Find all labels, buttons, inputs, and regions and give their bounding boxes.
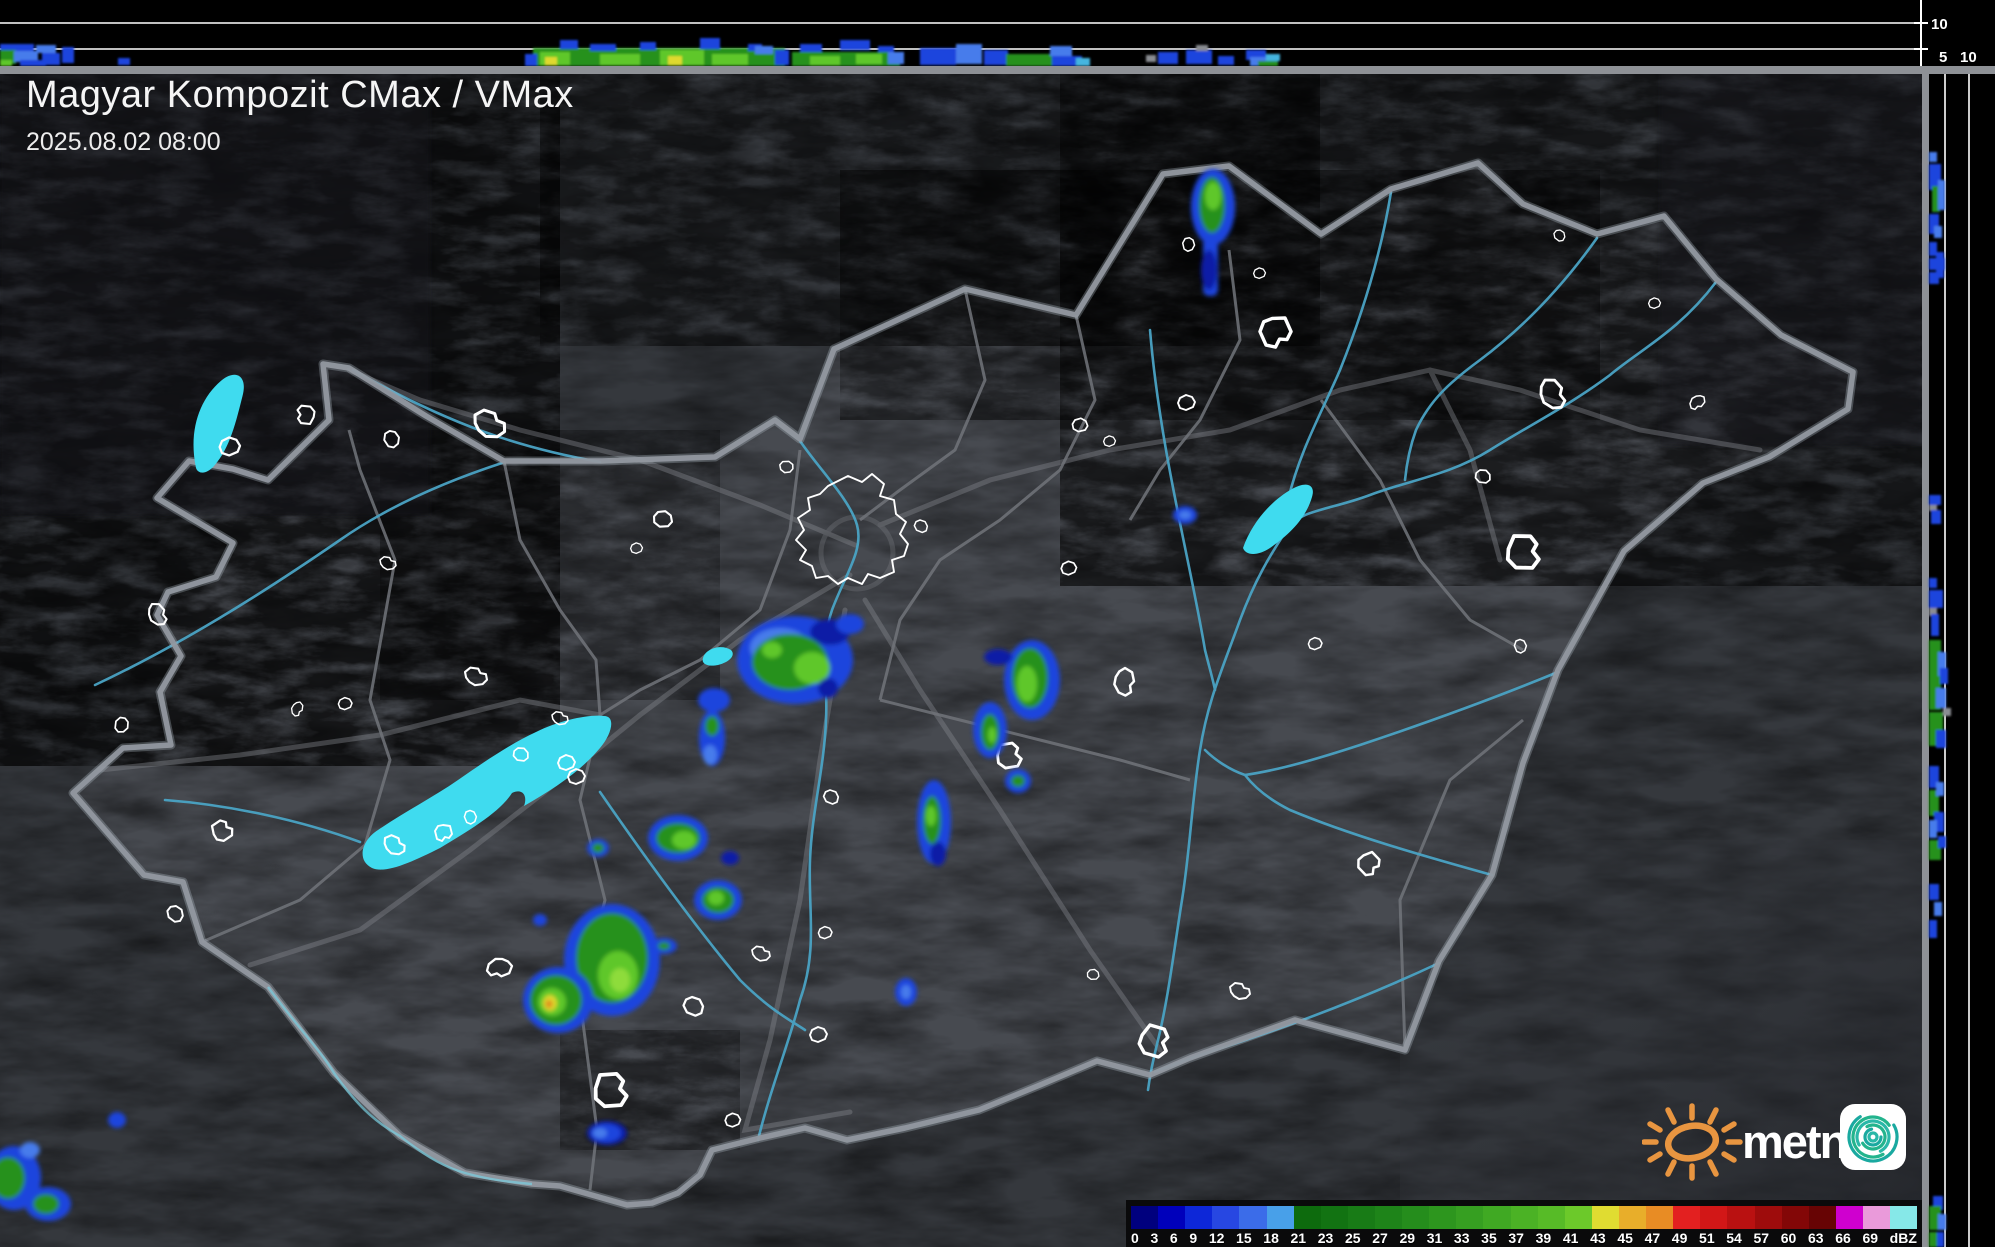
colorbar-cell	[1890, 1206, 1918, 1229]
colorbar-tick-label: 49	[1671, 1230, 1688, 1246]
colorbar-cell	[1320, 1206, 1348, 1229]
colorbar-tick-label: 66	[1835, 1230, 1851, 1246]
colorbar-tick-label: 39	[1535, 1230, 1552, 1246]
colorbar-cell	[1402, 1206, 1430, 1229]
colorbar-cell	[1591, 1206, 1619, 1229]
colorbar-tick-label: 69	[1862, 1230, 1879, 1246]
colorbar-tick-label: 3	[1150, 1230, 1159, 1246]
colorbar-cell	[1347, 1206, 1375, 1229]
colorbar-cell	[1483, 1206, 1511, 1229]
colorbar-cell	[1781, 1206, 1809, 1229]
colorbar-cell	[1510, 1206, 1538, 1229]
colorbar-tick-label: 57	[1753, 1230, 1770, 1246]
colorbar-cell	[1212, 1206, 1240, 1229]
right-axis-label-5km: 5	[1939, 49, 1947, 66]
colorbar-tick-label: 31	[1426, 1230, 1443, 1246]
colorbar-cell	[1239, 1206, 1267, 1229]
colorbar-cell	[1835, 1206, 1863, 1229]
colorbar-tick-label: 41	[1562, 1230, 1579, 1246]
colorbar-cell	[1808, 1206, 1836, 1229]
colorbar-tick-label: 54	[1726, 1230, 1742, 1246]
vertical-divider	[1922, 74, 1929, 1247]
radar-viewer: 10 5 5 10	[0, 0, 1995, 1247]
map-area	[0, 74, 1922, 1247]
colorbar-tick-label: 0	[1131, 1230, 1139, 1246]
colorbar-tick-label: 27	[1372, 1230, 1388, 1246]
colorbar-tick-label: 47	[1644, 1230, 1661, 1246]
colorbar-cell	[1374, 1206, 1403, 1229]
colorbar-cell	[1185, 1206, 1213, 1229]
colorbar-cell	[1158, 1206, 1186, 1229]
colorbar-cell	[1700, 1206, 1728, 1229]
colorbar-tick-label: 21	[1290, 1230, 1307, 1246]
colorbar-tick-label: 29	[1399, 1230, 1416, 1246]
colorbar-cell	[1537, 1206, 1565, 1229]
colorbar-cell	[1727, 1206, 1755, 1229]
colorbar-labels: 0 3 6 9 12 15 18 21 23 25 27 29 31 33 35 37 39 41 43 45 47 49…	[1131, 1230, 1917, 1246]
top-profile-strip	[0, 0, 1921, 66]
colorbar-tick-label: 12	[1208, 1230, 1225, 1246]
colorbar-tick-label: 18	[1263, 1230, 1279, 1246]
right-axis-label-10km: 10	[1960, 49, 1977, 66]
colorbar-tick-label: 45	[1617, 1230, 1633, 1246]
colorbar-cell	[1618, 1206, 1647, 1229]
colorbar-tick-label: 35	[1481, 1230, 1497, 1246]
colorbar-tick-label: 33	[1453, 1230, 1470, 1246]
colorbar-cell	[1266, 1206, 1294, 1229]
colorbar-cells	[1131, 1206, 1918, 1229]
colorbar-tick-label: 15	[1236, 1230, 1252, 1246]
colorbar-tick-label: 23	[1317, 1230, 1334, 1246]
radar-map-canvas: 10 5 5 10	[0, 0, 1995, 1247]
colorbar-cell	[1673, 1206, 1701, 1229]
colorbar-cell	[1646, 1206, 1674, 1229]
colorbar-cell	[1564, 1206, 1592, 1229]
colorbar-tick-label: dBZ	[1889, 1230, 1917, 1246]
reflectivity-colorbar: 0 3 6 9 12 15 18 21 23 25 27 29 31 33 35 37 39 41 43 45 47 49…	[1126, 1200, 1922, 1247]
colorbar-cell	[1862, 1206, 1891, 1229]
colorbar-tick-label: 60	[1780, 1230, 1797, 1246]
top-axis-label-10km: 10	[1931, 16, 1948, 33]
metnet-app-icon	[1840, 1104, 1906, 1170]
colorbar-tick-label: 6	[1169, 1230, 1178, 1246]
colorbar-cell	[1131, 1206, 1159, 1229]
colorbar-tick-label: 51	[1699, 1230, 1715, 1246]
right-profile-strip: 5 10	[1929, 44, 1995, 1247]
colorbar-cell	[1293, 1206, 1321, 1229]
colorbar-cell	[1754, 1206, 1782, 1229]
colorbar-cell	[1429, 1206, 1457, 1229]
colorbar-tick-label: 25	[1344, 1230, 1361, 1246]
metnet-logo[interactable]: metnet	[1642, 1096, 1922, 1188]
colorbar-tick-label: 9	[1189, 1230, 1198, 1246]
horizontal-divider	[0, 66, 1995, 74]
colorbar-tick-label: 37	[1508, 1230, 1524, 1246]
sun-icon	[1642, 1103, 1743, 1181]
colorbar-cell	[1456, 1206, 1484, 1229]
colorbar-tick-label: 43	[1590, 1230, 1606, 1246]
colorbar-tick-label: 63	[1807, 1230, 1824, 1246]
